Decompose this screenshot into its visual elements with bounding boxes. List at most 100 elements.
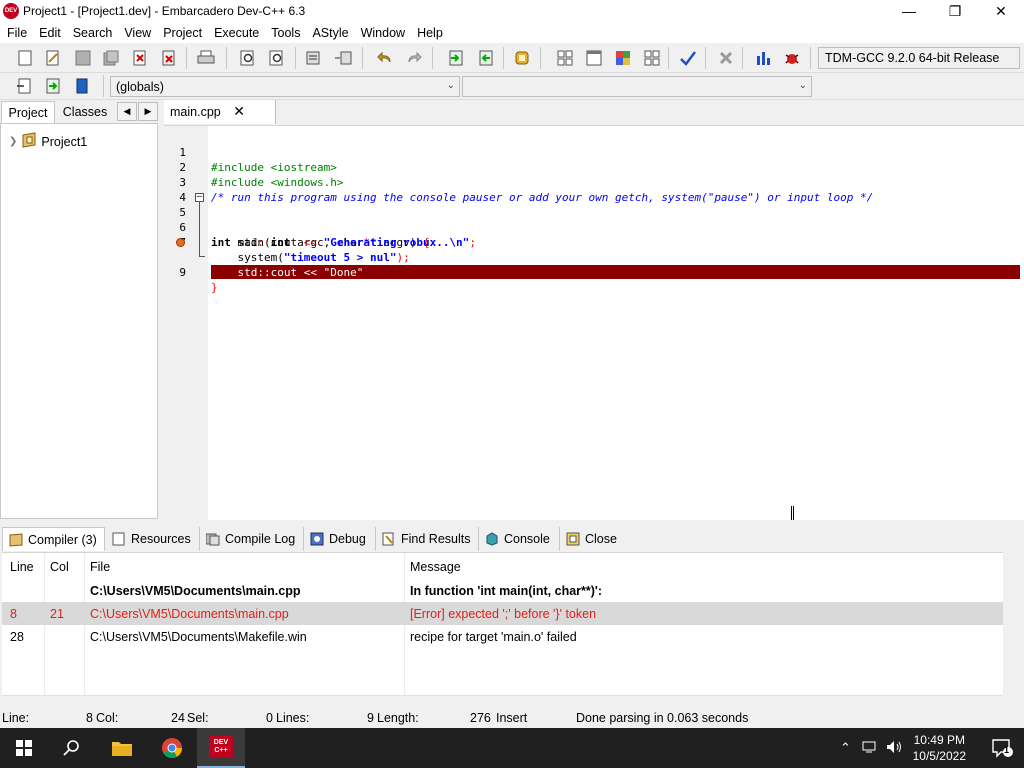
menu-help[interactable]: Help <box>410 26 448 40</box>
code-line: 3 /* run this program using the console … <box>164 160 1024 204</box>
tree-item-label: Project1 <box>41 134 88 149</box>
toggle-bookmark-icon[interactable] <box>72 76 92 96</box>
chevron-up-icon[interactable]: ⌃ <box>840 740 851 756</box>
chrome-icon[interactable] <box>148 728 196 768</box>
code-line: 4 <box>164 175 1024 204</box>
messages-horizontal-scrollbar[interactable] <box>2 695 1003 705</box>
menu-execute[interactable]: Execute <box>207 26 264 40</box>
menu-astyle[interactable]: AStyle <box>305 26 353 40</box>
network-icon[interactable] <box>862 740 878 757</box>
compile-run-icon[interactable] <box>613 48 633 68</box>
find-results-icon <box>382 532 396 546</box>
status-line-label: Line: <box>2 711 30 725</box>
save-icon[interactable] <box>73 48 93 68</box>
cell-file: C:\Users\VM5\Documents\Makefile.win <box>90 629 307 644</box>
cell-col: 21 <box>50 606 64 621</box>
restore-button[interactable]: ❐ <box>932 0 978 22</box>
code-line: 6 std::cout << "Generating robux..\n"; <box>164 205 1024 249</box>
save-all-icon[interactable] <box>101 48 121 68</box>
debug-icon[interactable] <box>782 48 802 68</box>
tab-scroll-right-icon[interactable]: ▶ <box>138 102 158 121</box>
system-clock[interactable]: 10:49 PM 10/5/2022 <box>913 732 966 764</box>
close-tab-icon[interactable]: ✕ <box>233 103 245 120</box>
tab-classes[interactable]: Classes <box>57 101 113 123</box>
menu-project[interactable]: Project <box>156 26 207 40</box>
project-icon <box>21 132 37 151</box>
tab-debug[interactable]: Debug <box>304 527 376 551</box>
chevron-right-icon[interactable]: ❯ <box>9 136 17 147</box>
fold-collapse-icon[interactable]: – <box>195 193 204 202</box>
header-line[interactable]: Line <box>4 555 34 578</box>
tab-label: Find Results <box>401 532 471 546</box>
close-panel-icon <box>566 532 580 546</box>
volume-icon[interactable] <box>886 740 902 757</box>
notification-center-icon[interactable]: 1 <box>980 728 1024 768</box>
tab-compile-log[interactable]: Compile Log <box>200 527 304 551</box>
syntax-check-icon[interactable] <box>678 48 698 68</box>
tab-compiler[interactable]: Compiler (3) <box>2 527 105 551</box>
cell-message: recipe for target 'main.o' failed <box>410 629 577 644</box>
tree-item-project1[interactable]: ❯ Project1 <box>9 132 87 151</box>
scope-select[interactable]: (globals) ⌄ <box>110 76 460 97</box>
tab-close[interactable]: Close <box>560 527 626 551</box>
new-project-icon[interactable] <box>446 48 466 68</box>
status-bar: Line: 8 Col: 24 Sel: 0 Lines: 9 Length: … <box>0 708 1024 728</box>
replace-icon[interactable] <box>267 48 287 68</box>
redo-icon[interactable] <box>404 48 424 68</box>
open-file-icon[interactable] <box>43 48 63 68</box>
tab-find-results[interactable]: Find Results <box>376 527 479 551</box>
header-col[interactable]: Col <box>44 555 69 578</box>
search-icon[interactable] <box>48 728 96 768</box>
find-icon[interactable] <box>238 48 258 68</box>
status-col-label: Col: <box>96 711 119 725</box>
rebuild-all-icon[interactable] <box>642 48 662 68</box>
file-explorer-icon[interactable] <box>98 728 146 768</box>
close-window-button[interactable]: ✕ <box>978 0 1024 22</box>
devcpp-taskbar-icon[interactable]: DEV C++ <box>197 728 245 768</box>
compiler-select[interactable]: TDM-GCC 9.2.0 64-bit Release <box>818 47 1020 69</box>
run-icon[interactable] <box>584 48 604 68</box>
tab-console[interactable]: Console <box>479 527 560 551</box>
text-cursor-icon <box>791 506 794 520</box>
profile-icon[interactable] <box>753 48 773 68</box>
menu-view[interactable]: View <box>117 26 156 40</box>
member-select[interactable]: ⌄ <box>462 76 812 97</box>
menu-file[interactable]: File <box>0 26 32 40</box>
header-file[interactable]: File <box>84 555 110 578</box>
stop-execution-icon[interactable] <box>716 48 736 68</box>
project-tree: ❯ Project1 <box>0 123 158 519</box>
print-icon[interactable] <box>196 48 216 68</box>
code-line: 1 #include <iostream> <box>164 130 1024 174</box>
clock-date: 10/5/2022 <box>912 749 966 763</box>
menu-edit[interactable]: Edit <box>32 26 66 40</box>
menu-window[interactable]: Window <box>354 26 410 40</box>
tab-project[interactable]: Project <box>1 101 55 123</box>
table-row[interactable]: C:\Users\VM5\Documents\main.cpp In funct… <box>2 579 1003 602</box>
tab-resources[interactable]: Resources <box>106 527 200 551</box>
menu-search[interactable]: Search <box>66 26 118 40</box>
goto-line-icon[interactable] <box>43 76 63 96</box>
messages-vertical-scrollbar[interactable] <box>1004 552 1024 705</box>
tab-scroll-left-icon[interactable]: ◀ <box>117 102 137 121</box>
new-file-icon[interactable] <box>15 48 35 68</box>
windows-start-icon[interactable] <box>0 728 48 768</box>
indent-icon[interactable] <box>303 48 323 68</box>
compile-icon[interactable] <box>555 48 575 68</box>
undo-icon[interactable] <box>375 48 395 68</box>
project-panel: Project Classes ◀ ▶ ❯ Project1 <box>0 100 160 521</box>
close-file-icon[interactable] <box>130 48 150 68</box>
header-message[interactable]: Message <box>404 555 461 578</box>
code-editor[interactable]: 1 #include <iostream> 2 #include <window… <box>164 125 1024 520</box>
insert-code-icon[interactable] <box>14 76 34 96</box>
table-row-error[interactable]: 8 21 C:\Users\VM5\Documents\main.cpp [Er… <box>2 602 1003 625</box>
unindent-icon[interactable] <box>333 48 353 68</box>
remove-from-project-icon[interactable] <box>476 48 496 68</box>
close-all-icon[interactable] <box>159 48 179 68</box>
tab-main-cpp[interactable]: main.cpp ✕ <box>164 100 276 124</box>
menu-tools[interactable]: Tools <box>264 26 305 40</box>
table-row[interactable]: 28 C:\Users\VM5\Documents\Makefile.win r… <box>2 625 1003 648</box>
compile-log-icon <box>205 532 220 546</box>
code-text-error: std::cout << "Done" <box>211 265 1020 279</box>
project-options-icon[interactable] <box>512 48 532 68</box>
minimize-button[interactable]: — <box>886 0 932 22</box>
